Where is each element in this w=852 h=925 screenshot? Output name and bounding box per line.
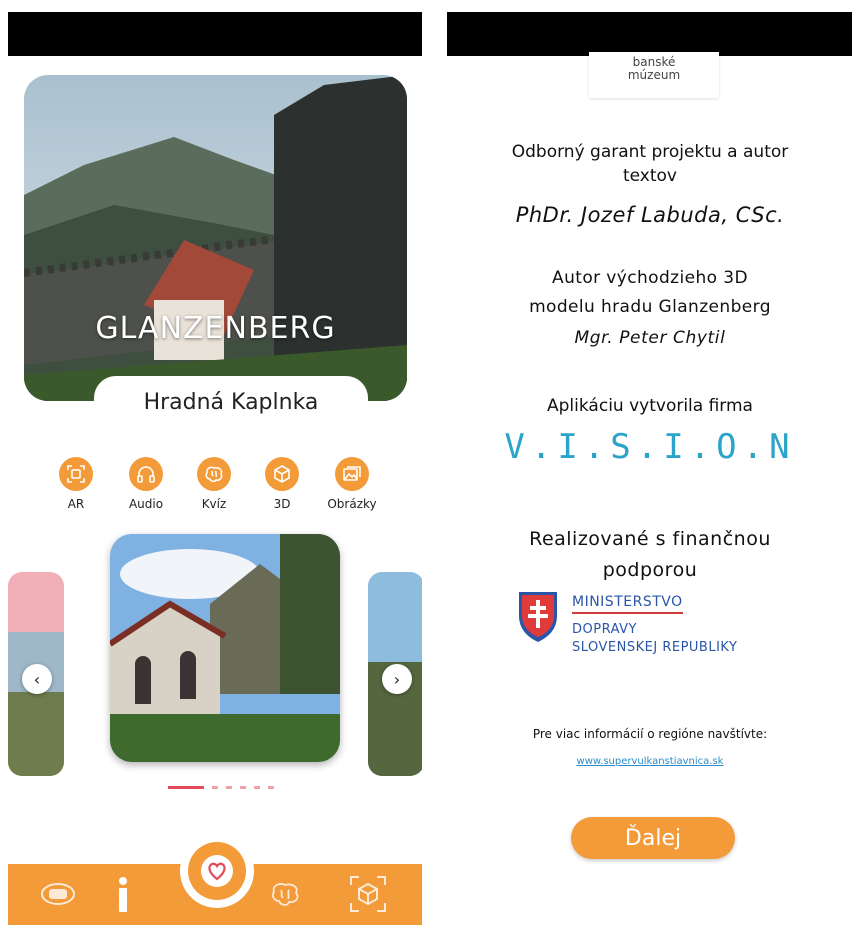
ar-scan-icon <box>59 457 93 491</box>
pager-dot <box>212 786 219 789</box>
headphones-icon <box>129 457 163 491</box>
3d-button[interactable]: 3D <box>252 457 312 511</box>
ar-label: AR <box>67 497 85 511</box>
quiz-label: Kvíz <box>201 497 227 511</box>
carousel-pager <box>168 786 275 790</box>
model-author-name: Mgr. Peter Chytil <box>574 328 726 348</box>
website-link-wrapper: www.supervulkanstiavnica.sk <box>447 756 852 767</box>
created-by-label: Aplikáciu vytvorila firma <box>547 396 753 416</box>
audio-button[interactable]: Audio <box>116 457 176 511</box>
map-icon <box>41 883 75 905</box>
status-bar <box>447 12 852 56</box>
pager-dot <box>240 786 247 789</box>
images-label: Obrázky <box>327 497 377 511</box>
hero-title: GLANZENBERG <box>95 311 336 346</box>
carousel-next-button[interactable]: › <box>382 664 412 694</box>
quiz-button[interactable]: Kvíz <box>184 457 244 511</box>
chevron-left-icon: ‹ <box>33 669 41 689</box>
museum-logo: banské múzeum <box>589 52 719 98</box>
hero-image: GLANZENBERG <box>24 75 407 401</box>
3d-label: 3D <box>273 497 291 511</box>
pager-dot <box>268 786 275 789</box>
pager-dot-active <box>168 786 204 789</box>
cube-icon <box>265 457 299 491</box>
ministry-logo: MINISTERSTVO DOPRAVY SLOVENSKEJ REPUBLIK… <box>517 590 817 660</box>
pager-dot <box>226 786 233 789</box>
nav-favorites-button[interactable] <box>180 834 254 908</box>
status-bar <box>8 12 422 56</box>
images-icon <box>335 457 369 491</box>
audio-label: Audio <box>128 497 164 511</box>
brain-icon <box>271 883 299 906</box>
carousel-card-current[interactable] <box>110 534 340 762</box>
nav-map-button[interactable] <box>36 874 80 914</box>
credits-screen: banské múzeum Odborný garant projektu a … <box>447 12 852 925</box>
vision-logo: V.I.S.I.O.N <box>504 427 796 467</box>
next-button[interactable]: Ďalej <box>571 817 735 859</box>
chevron-right-icon: › <box>393 669 401 689</box>
website-link[interactable]: www.supervulkanstiavnica.sk <box>577 756 724 767</box>
model-author-label: Autor východzieho 3D modelu hradu Glanze… <box>529 268 771 317</box>
images-button[interactable]: Obrázky <box>322 457 382 511</box>
location-subtitle: Hradná Kaplnka <box>94 376 368 428</box>
brain-icon <box>197 457 231 491</box>
ar-cube-icon <box>350 876 386 912</box>
funding-label: Realizované s finančnou podporou <box>529 528 771 581</box>
pager-dot <box>254 786 261 789</box>
heart-icon <box>201 855 233 887</box>
carousel-prev-button[interactable]: ‹ <box>22 664 52 694</box>
nav-ar-button[interactable] <box>346 874 390 914</box>
more-info-label: Pre viac informácií o regióne navštívte: <box>532 727 768 741</box>
feature-actions: AR Audio Kvíz 3D Obrázky <box>46 457 386 523</box>
info-icon <box>119 877 127 912</box>
guarantor-label: Odborný garant projektu a autor textov <box>511 142 789 186</box>
guarantor-name: PhDr. Jozef Labuda, CSc. <box>515 203 785 227</box>
image-carousel[interactable]: ‹ › <box>8 534 422 784</box>
castle-detail-screen: GLANZENBERG Hradná Kaplnka AR Audio Kvíz… <box>8 12 422 925</box>
nav-quiz-button[interactable] <box>263 874 307 914</box>
nav-info-button[interactable] <box>108 874 138 914</box>
slovak-coat-of-arms-icon <box>519 592 557 642</box>
ar-button[interactable]: AR <box>46 457 106 511</box>
